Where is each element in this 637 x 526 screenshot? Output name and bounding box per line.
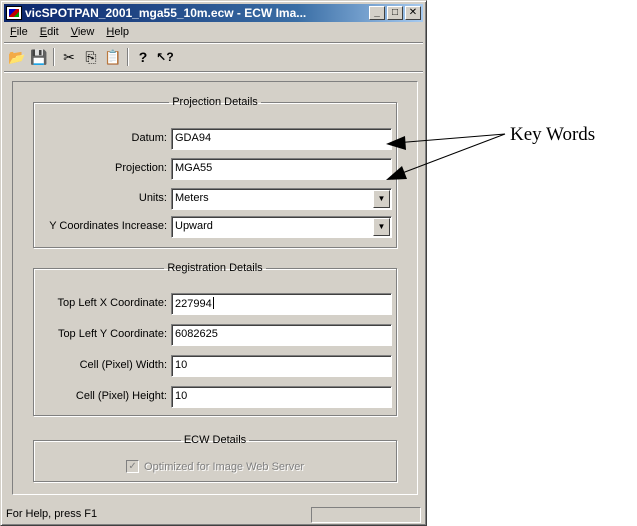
callout-arrow-datum: [394, 133, 506, 144]
arrowhead-datum: [386, 136, 406, 150]
callout-arrow-projection: [396, 133, 506, 176]
callout-arrows: [386, 133, 506, 180]
key-words-annotation: Key Words: [510, 124, 596, 145]
arrowhead-projection: [386, 166, 407, 180]
